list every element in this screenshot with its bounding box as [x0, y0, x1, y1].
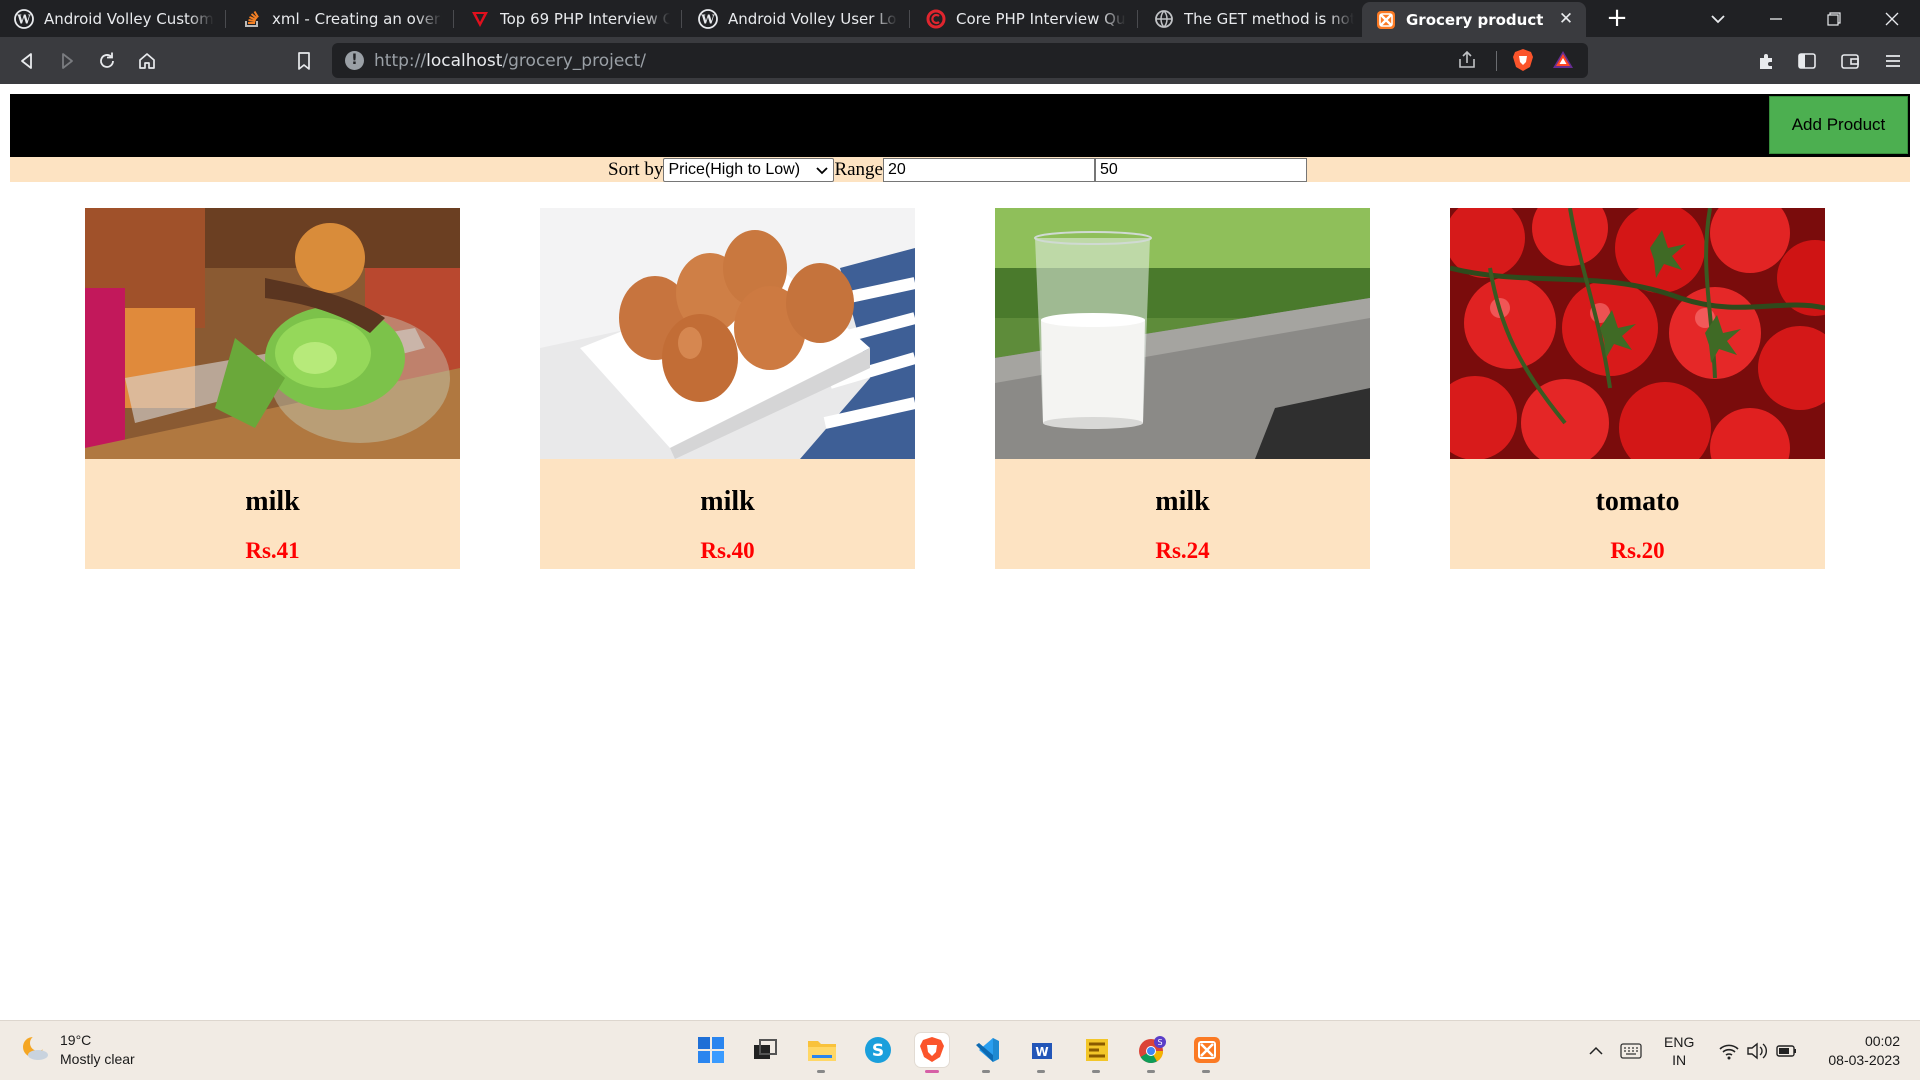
temperature-text: 19°C	[60, 1032, 92, 1048]
tab-xml-overlay[interactable]: xml - Creating an overlay in	[228, 0, 454, 37]
product-name: milk	[245, 486, 300, 517]
header-bar: Add Product	[10, 94, 1910, 157]
date-text: 08-03-2023	[1828, 1052, 1900, 1068]
close-tab-icon[interactable]: ✕	[1556, 9, 1576, 29]
xampp-icon	[1376, 10, 1396, 30]
product-name: milk	[700, 486, 755, 517]
sort-label: Sort by	[608, 158, 664, 180]
svg-text:S: S	[872, 1041, 884, 1061]
restore-button[interactable]	[1806, 0, 1862, 37]
product-card[interactable]: milk Rs.24	[995, 208, 1370, 569]
url-text[interactable]: http://localhost/grocery_project/	[374, 51, 646, 71]
milk-glass-photo	[995, 208, 1370, 459]
minimize-button[interactable]	[1748, 0, 1804, 37]
address-bar[interactable]: ! http://localhost/grocery_project/	[332, 43, 1588, 78]
filter-bar: Sort by Price(High to Low) Range 20 50	[10, 157, 1910, 182]
brave-rewards-icon[interactable]	[1550, 47, 1576, 73]
stackoverflow-icon	[242, 9, 262, 29]
extensions-icon[interactable]	[1754, 48, 1780, 74]
windows-start-icon[interactable]	[694, 1033, 728, 1067]
forward-button[interactable]	[54, 48, 80, 74]
range-max-input[interactable]: 50	[1094, 157, 1307, 182]
tab-android-volley-login[interactable]: W Android Volley User Login S	[684, 0, 910, 37]
lettuce-photo	[85, 208, 460, 459]
svg-text:W: W	[16, 12, 31, 26]
reload-button[interactable]	[94, 48, 120, 74]
product-card[interactable]: milk Rs.41	[85, 208, 460, 569]
tab-strip: W Android Volley Custom JSON xml - Creat…	[0, 0, 1920, 37]
eggs-photo	[540, 208, 915, 459]
product-price: Rs.41	[245, 538, 300, 563]
add-product-button[interactable]: Add Product	[1769, 96, 1908, 154]
red-c-icon	[926, 9, 946, 29]
product-name: tomato	[1595, 486, 1680, 517]
product-name: milk	[1155, 486, 1210, 517]
show-hidden-icons-chevron[interactable]	[1586, 1021, 1606, 1081]
wallet-icon[interactable]	[1837, 48, 1863, 74]
language-indicator[interactable]: ENG IN	[1664, 1021, 1694, 1081]
weather-text: Mostly clear	[60, 1051, 135, 1067]
brave-shields-icon[interactable]	[1510, 47, 1536, 73]
task-view-icon[interactable]	[748, 1033, 782, 1067]
tab-grocery-product[interactable]: Grocery product ✕	[1362, 2, 1586, 37]
range-min-input[interactable]: 20	[882, 157, 1095, 182]
globe-icon	[1154, 9, 1174, 29]
menu-icon[interactable]	[1880, 48, 1906, 74]
product-price: Rs.24	[1155, 538, 1210, 563]
tomatoes-photo	[1450, 208, 1825, 459]
web-page: Add Product Sort by Price(High to Low) R…	[0, 84, 1920, 1020]
site-info-icon[interactable]: !	[345, 51, 364, 70]
clock[interactable]: 00:02 08-03-2023	[1818, 1021, 1900, 1081]
browser-toolbar: ! http://localhost/grocery_project/	[0, 37, 1920, 84]
wordpress-icon: W	[14, 8, 34, 29]
red-v-icon	[470, 9, 490, 29]
share-icon[interactable]	[1454, 47, 1480, 73]
wifi-icon[interactable]	[1718, 1021, 1740, 1081]
file-explorer-icon[interactable]	[805, 1033, 839, 1073]
xampp-icon[interactable]	[1190, 1033, 1224, 1073]
chevron-down-icon	[816, 161, 829, 185]
tab-core-php[interactable]: Core PHP Interview Questio	[912, 0, 1138, 37]
range-label: Range	[834, 158, 883, 180]
new-tab-button[interactable]: +	[1604, 5, 1630, 32]
battery-icon[interactable]	[1776, 1021, 1798, 1081]
svg-text:S: S	[1157, 1038, 1162, 1047]
back-button[interactable]	[14, 48, 40, 74]
sublime-git-icon[interactable]	[1080, 1033, 1114, 1073]
home-button[interactable]	[134, 48, 160, 74]
skype-icon[interactable]: S	[861, 1033, 895, 1067]
moon-cloud-icon	[20, 1033, 50, 1068]
chrome-icon[interactable]: S	[1135, 1033, 1169, 1073]
bookmark-icon[interactable]	[291, 48, 317, 74]
product-card[interactable]: tomato Rs.20	[1450, 208, 1825, 569]
sort-select[interactable]: Price(High to Low)	[663, 157, 835, 185]
wordpress-icon: W	[698, 8, 718, 29]
svg-text:W: W	[1035, 1045, 1048, 1059]
windows-taskbar: 19°C Mostly clear S W S ENG IN 00:02 08-…	[0, 1020, 1920, 1080]
product-price: Rs.40	[700, 538, 755, 563]
svg-text:W: W	[700, 12, 715, 26]
close-window-button[interactable]	[1864, 0, 1920, 37]
keyboard-icon[interactable]	[1620, 1021, 1642, 1081]
weather-widget[interactable]: 19°C Mostly clear	[20, 1031, 135, 1069]
tab-search-chevron-icon[interactable]	[1706, 7, 1730, 31]
tab-top-69-php[interactable]: Top 69 PHP Interview Ques	[456, 0, 682, 37]
tab-android-volley-custom[interactable]: W Android Volley Custom JSON	[0, 0, 226, 37]
vscode-icon[interactable]	[970, 1033, 1004, 1073]
product-price: Rs.20	[1610, 538, 1665, 563]
sidebar-icon[interactable]	[1794, 48, 1820, 74]
time-text: 00:02	[1864, 1033, 1900, 1049]
brave-browser-icon[interactable]	[915, 1033, 949, 1073]
volume-icon[interactable]	[1746, 1021, 1768, 1081]
tab-get-method[interactable]: The GET method is not sup	[1140, 0, 1362, 37]
product-card[interactable]: milk Rs.40	[540, 208, 915, 569]
app-w-icon[interactable]: W	[1025, 1033, 1059, 1073]
